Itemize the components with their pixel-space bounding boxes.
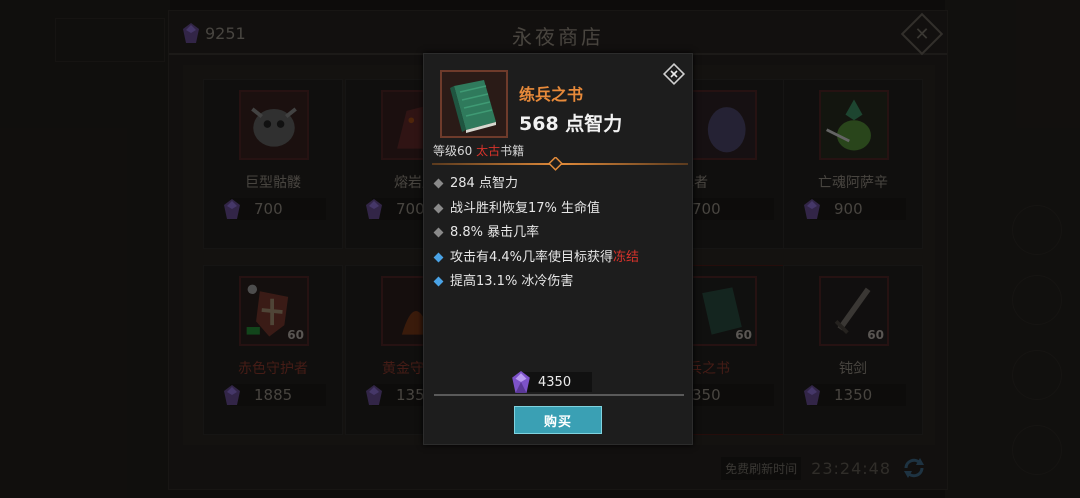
stat-text: 284 点智力: [450, 176, 518, 191]
item-stats-list: 284 点智力 战斗胜利恢复17% 生命值 8.8% 暴击几率 攻击有4.4%几…: [433, 175, 640, 298]
item-cost-value: 4350: [538, 374, 572, 390]
stat-text: 提高13.1% 冰冷伤害: [450, 274, 574, 289]
gem-icon: [512, 371, 530, 393]
bullet-diamond-icon: [433, 227, 444, 238]
book-icon: [440, 70, 508, 138]
item-name: 练兵之书: [519, 85, 584, 104]
divider-line: [434, 394, 684, 396]
stat-text: 战斗胜利恢复17% 生命值: [450, 200, 601, 216]
item-detail-popup: 练兵之书 568 点智力 等级60 太古书籍 284 点智力 战斗胜利恢复17%…: [423, 53, 693, 445]
item-rarity: 太古: [476, 144, 501, 158]
stat-line: 攻击有4.4%几率使目标获得冻结: [433, 249, 640, 274]
stat-text: 8.8% 暴击几率: [450, 225, 540, 240]
item-cost: 4350: [512, 371, 592, 393]
buy-button[interactable]: 购买: [514, 406, 602, 434]
popup-close-button[interactable]: [662, 62, 686, 86]
item-level: 等级60: [433, 144, 473, 158]
item-category: 书籍: [500, 144, 525, 158]
bullet-diamond-icon: [433, 252, 444, 262]
ornate-divider: [432, 157, 688, 171]
bullet-diamond-icon: [433, 178, 444, 189]
stat-line: 提高13.1% 冰冷伤害: [433, 273, 639, 298]
stat-line: 8.8% 暴击几率: [433, 224, 639, 249]
stat-line: 284 点智力: [433, 175, 639, 200]
stat-text: 攻击有4.4%几率使目标获得: [450, 249, 614, 265]
item-main-stat: 568 点智力: [519, 113, 623, 135]
stat-highlight: 冻结: [613, 249, 640, 265]
bullet-diamond-icon: [433, 203, 444, 213]
bullet-diamond-icon: [433, 276, 444, 287]
stat-line: 战斗胜利恢复17% 生命值: [433, 200, 639, 225]
close-icon: [662, 62, 686, 86]
